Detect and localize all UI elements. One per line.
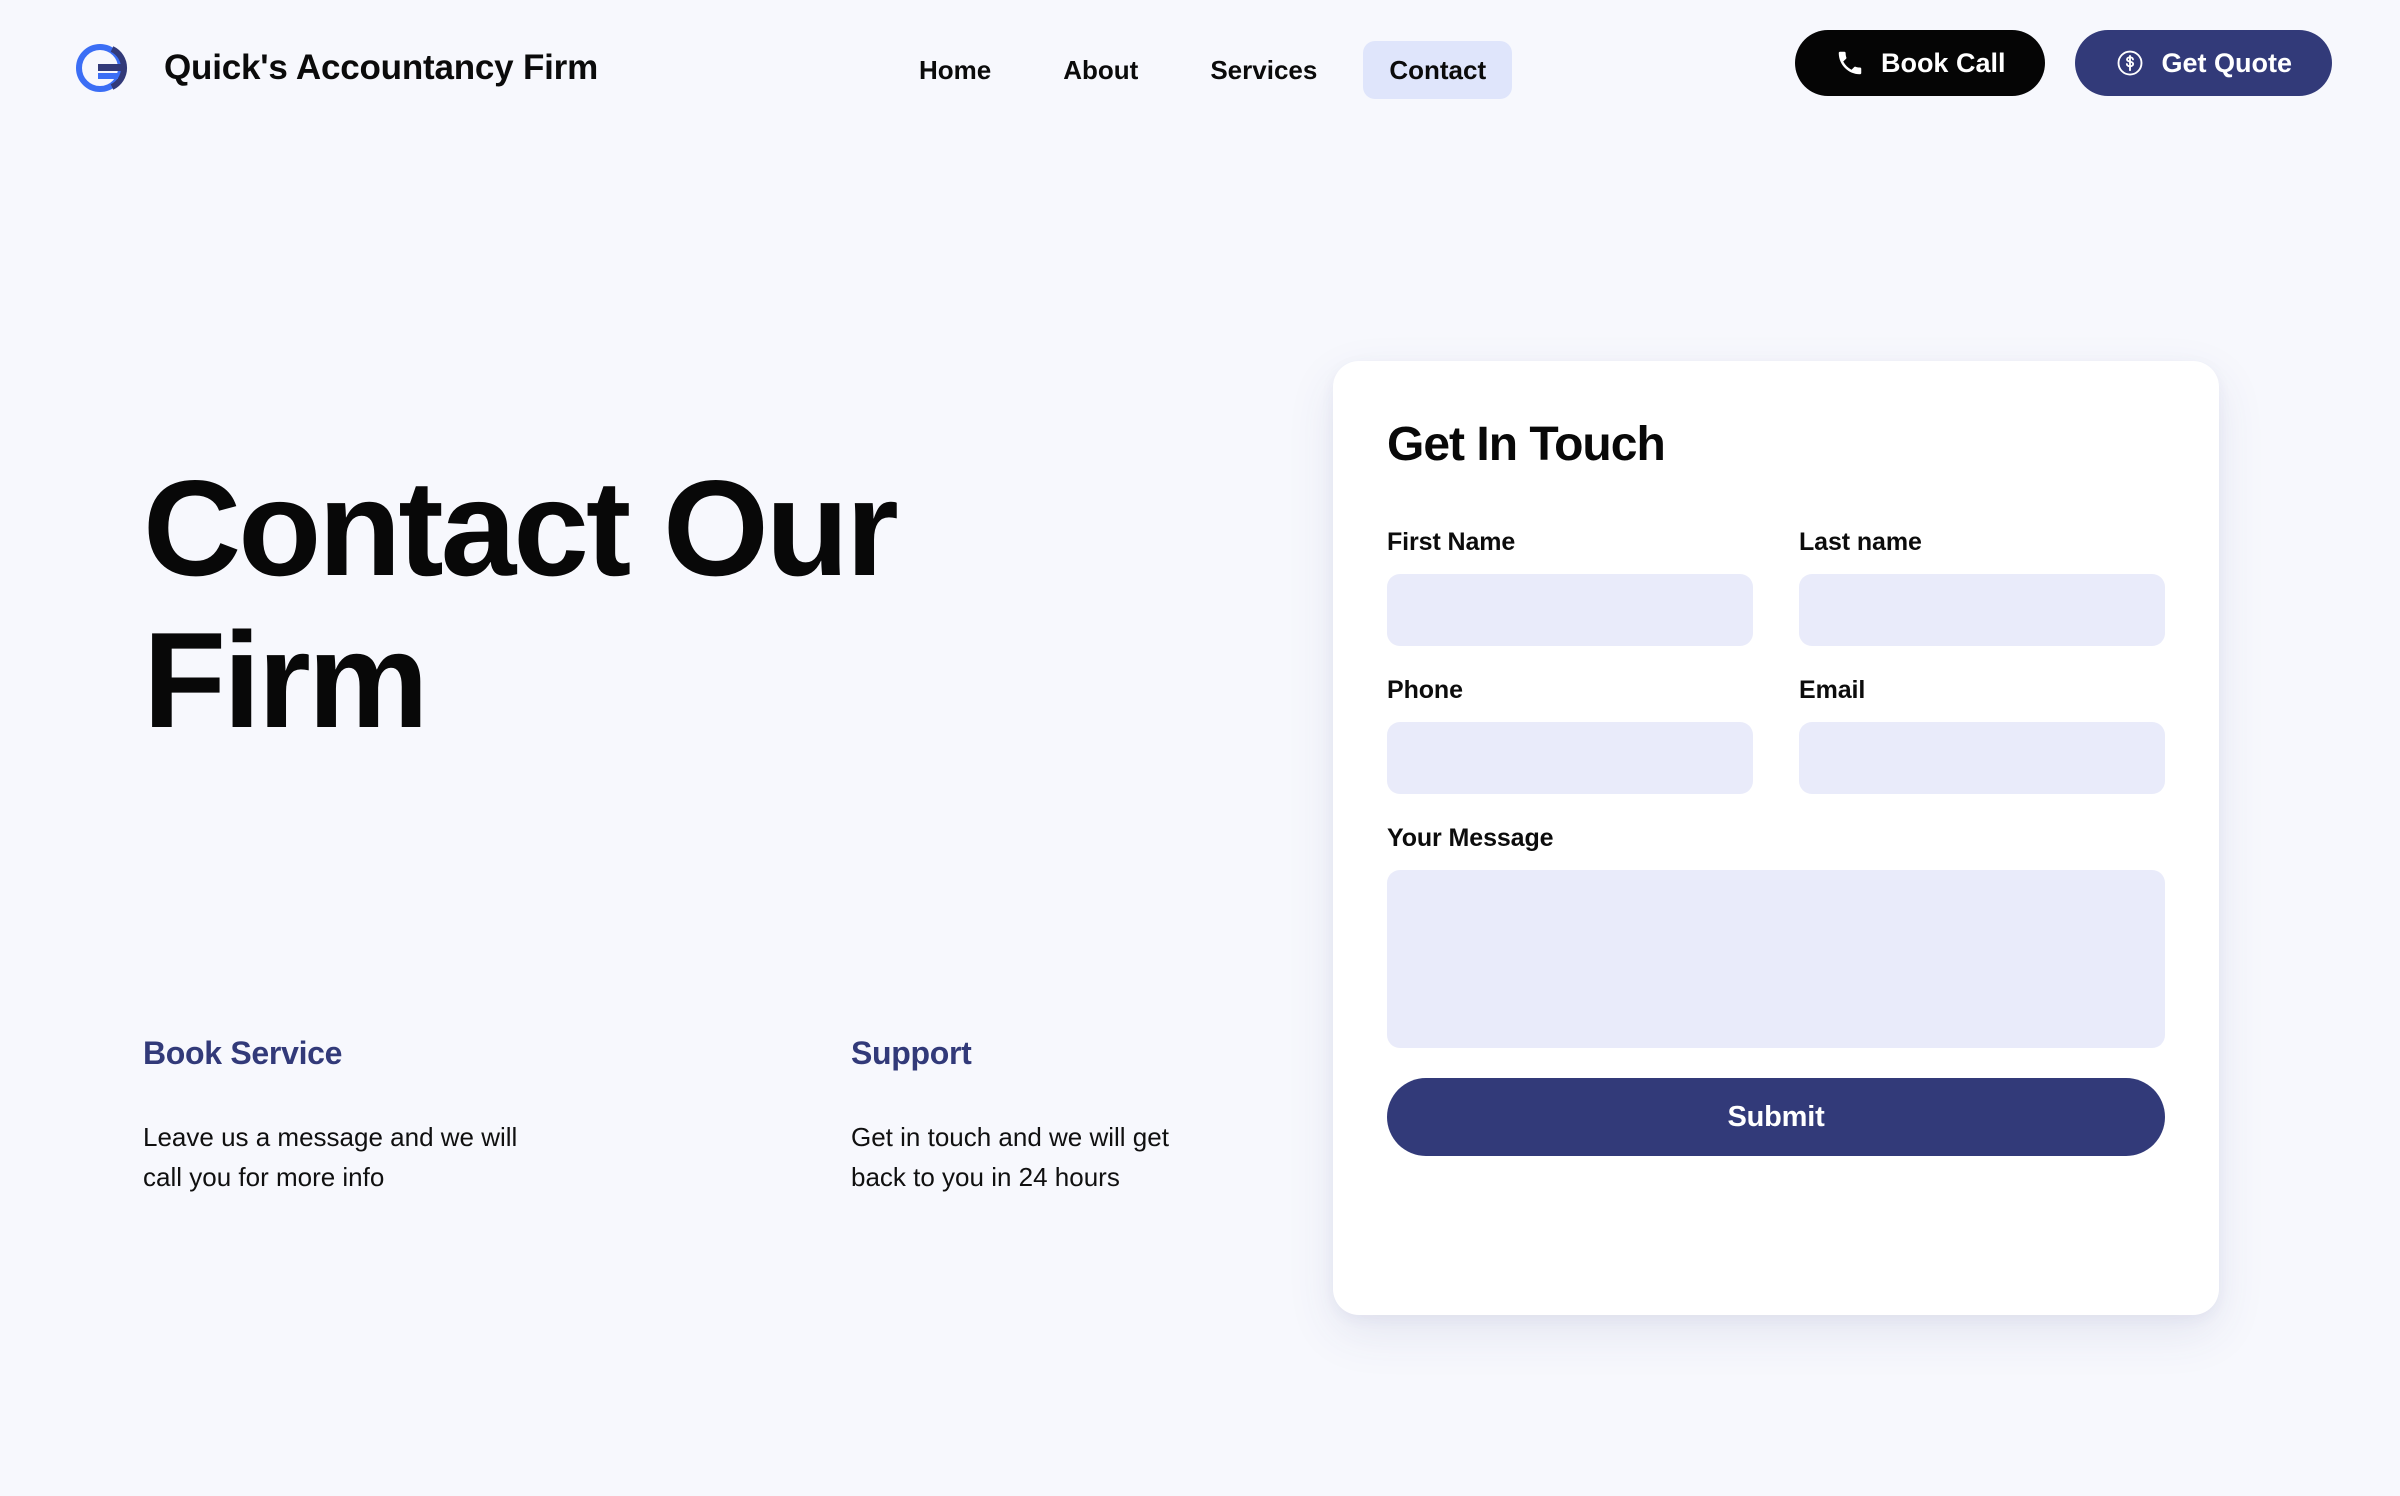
phone-label: Phone (1387, 676, 1463, 704)
phone-icon (1835, 48, 1865, 78)
form-title: Get In Touch (1387, 418, 1666, 471)
info-text-support: Get in touch and we will get back to you… (851, 1122, 1169, 1192)
nav-item-contact[interactable]: Contact (1363, 41, 1513, 99)
info-heading-support: Support (851, 1035, 972, 1071)
info-heading-book-service: Book Service (143, 1035, 343, 1071)
brand-name: Quick's Accountancy Firm (164, 48, 599, 87)
info-columns: Book Service Leave us a message and we w… (143, 1035, 1231, 1197)
email-field-group: Email (1799, 676, 2165, 794)
phone-field-group: Phone (1387, 676, 1753, 794)
name-field-row: First Name Last name (1387, 528, 2165, 646)
message-textarea[interactable] (1387, 870, 2165, 1048)
site-header: Quick's Accountancy Firm Home About Serv… (0, 0, 2400, 148)
page-title: Contact Our Firm (143, 452, 899, 757)
first-name-input[interactable] (1387, 574, 1753, 646)
nav-item-about[interactable]: About (1037, 41, 1164, 99)
main-nav: Home About Services Contact (893, 36, 1513, 104)
circle-arrow-logo-icon (72, 35, 138, 101)
info-block-support: Support Get in touch and we will get bac… (851, 1035, 1231, 1197)
nav-item-services[interactable]: Services (1184, 41, 1343, 99)
dollar-circle-icon (2115, 48, 2145, 78)
book-call-label: Book Call (1880, 47, 2006, 78)
message-field-group: Your Message (1387, 824, 2165, 1048)
book-call-button[interactable]: Book Call (1794, 30, 2046, 96)
last-name-label: Last name (1799, 528, 1922, 556)
submit-button[interactable]: Submit (1387, 1078, 2165, 1156)
get-quote-label: Get Quote (2161, 47, 2292, 78)
contact-field-row: Phone Email (1387, 676, 2165, 794)
contact-form-card: Get In Touch First Name Last name Phone … (1333, 361, 2219, 1315)
brand[interactable]: Quick's Accountancy Firm (72, 32, 598, 104)
nav-item-home[interactable]: Home (893, 41, 1017, 99)
email-input[interactable] (1799, 722, 2165, 794)
email-label: Email (1799, 676, 1866, 704)
first-name-label: First Name (1387, 528, 1516, 556)
info-text-book-service: Leave us a message and we will call you … (143, 1122, 518, 1192)
phone-input[interactable] (1387, 722, 1753, 794)
get-quote-button[interactable]: Get Quote (2075, 30, 2332, 96)
info-block-book-service: Book Service Leave us a message and we w… (143, 1035, 523, 1197)
message-label: Your Message (1387, 824, 1554, 852)
last-name-field-group: Last name (1799, 528, 2165, 646)
last-name-input[interactable] (1799, 574, 2165, 646)
header-actions: Book Call Get Quote (1794, 30, 2332, 96)
hero-left: Contact Our Firm (143, 452, 1193, 757)
first-name-field-group: First Name (1387, 528, 1753, 646)
